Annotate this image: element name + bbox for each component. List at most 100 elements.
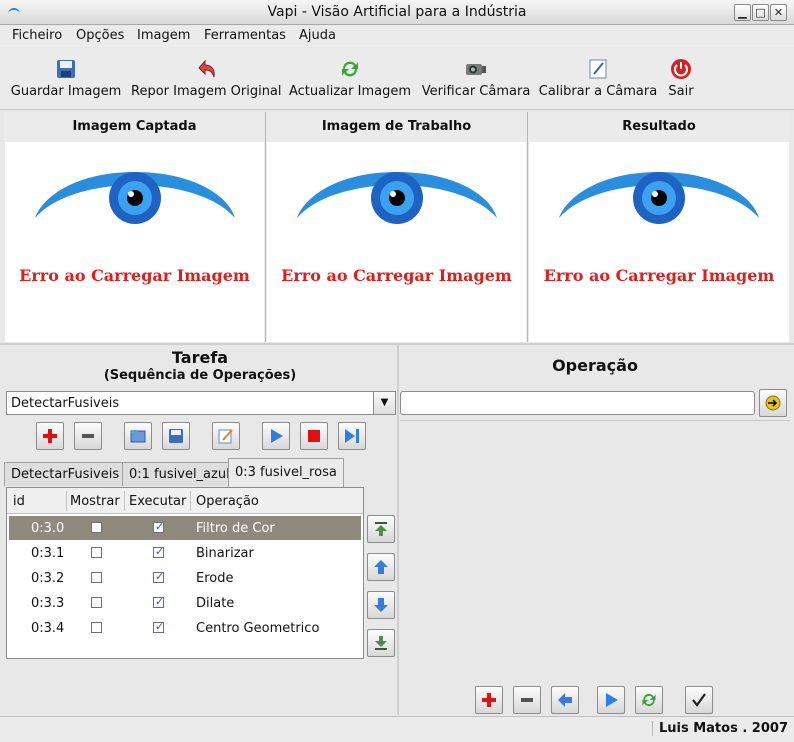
apply-operation-button[interactable]: [759, 389, 787, 417]
go-arrow-icon: [765, 395, 781, 411]
open-task-button[interactable]: [124, 422, 152, 450]
menu-opcoes[interactable]: Opções: [76, 28, 124, 43]
add-task-button[interactable]: [36, 422, 64, 450]
remove-task-button[interactable]: [74, 422, 102, 450]
operation-input[interactable]: [400, 391, 755, 415]
run-operation-button[interactable]: [597, 686, 625, 714]
refresh-icon: [342, 61, 358, 77]
calibrate-icon: [589, 59, 607, 79]
show-checkbox[interactable]: [91, 572, 102, 583]
row-id: 0:3.1: [31, 546, 65, 561]
show-checkbox[interactable]: [91, 522, 102, 533]
check-camera-button[interactable]: Verificar Câmara: [420, 54, 532, 106]
arrow-down-icon: [374, 598, 388, 612]
image-view: Erro ao Carregar Imagem: [5, 142, 264, 342]
step-forward-icon: [345, 429, 359, 443]
execute-checkbox[interactable]: [153, 545, 164, 558]
toolbar-label: Sair: [668, 84, 694, 99]
reset-image-button[interactable]: Repor Imagem Original: [131, 54, 282, 106]
panel-title: Imagem Captada: [72, 119, 197, 134]
show-checkbox[interactable]: [91, 597, 102, 608]
execute-checkbox[interactable]: [153, 570, 164, 583]
load-error-text: Erro ao Carregar Imagem: [281, 266, 512, 285]
chevron-down-icon[interactable]: ▼: [373, 392, 395, 414]
folder-icon: [130, 430, 146, 443]
refresh-image-button[interactable]: Actualizar Imagem: [289, 54, 411, 106]
minimize-button[interactable]: ▁: [734, 4, 751, 21]
floppy-disk-icon: [57, 60, 75, 78]
task-select[interactable]: DetectarFusiveis ▼: [6, 391, 396, 415]
back-operation-button[interactable]: [551, 686, 579, 714]
confirm-operation-button[interactable]: [685, 686, 713, 714]
menu-ajuda[interactable]: Ajuda: [299, 28, 336, 43]
toolbar-label: Guardar Imagem: [10, 84, 122, 99]
edit-icon: [218, 429, 233, 444]
menu-ferramentas[interactable]: Ferramentas: [204, 28, 286, 43]
table-row[interactable]: 0:3.3 Dilate: [9, 591, 361, 615]
title-bar: Vapi - Visão Artificial para a Indústria…: [0, 0, 794, 25]
menu-ficheiro[interactable]: Ficheiro: [12, 28, 62, 43]
column-id[interactable]: id: [13, 494, 25, 509]
table-row[interactable]: 0:3.1 Binarizar: [9, 541, 361, 565]
eye-icon: [297, 172, 497, 224]
play-icon: [271, 429, 283, 443]
execute-checkbox[interactable]: [153, 520, 164, 533]
vertical-splitter[interactable]: [397, 345, 399, 715]
task-subtitle: (Sequência de Operações): [103, 368, 297, 383]
table-row[interactable]: 0:3.4 Centro Geometrico: [9, 616, 361, 640]
move-top-button[interactable]: [367, 515, 395, 543]
close-button[interactable]: ✕: [770, 4, 787, 21]
execute-checkbox[interactable]: [153, 620, 164, 633]
toolbar: Guardar Imagem Repor Imagem Original Act…: [0, 48, 794, 110]
operation-parameters-area: [400, 420, 790, 682]
remove-operation-button[interactable]: [513, 686, 541, 714]
menu-bar: Ficheiro Opções Imagem Ferramentas Ajuda: [0, 25, 794, 47]
show-checkbox[interactable]: [91, 622, 102, 633]
execute-checkbox[interactable]: [153, 595, 164, 608]
power-icon: [671, 59, 691, 79]
column-executar[interactable]: Executar: [129, 494, 186, 509]
stop-task-button[interactable]: [300, 422, 328, 450]
task-title: Tarefa: [171, 348, 229, 367]
row-operation: Erode: [196, 571, 234, 586]
undo-arrow-icon: [198, 59, 215, 78]
column-operacao[interactable]: Operação: [196, 494, 259, 509]
add-operation-button[interactable]: [475, 686, 503, 714]
eye-icon: [35, 172, 235, 224]
move-up-button[interactable]: [367, 553, 395, 581]
move-bottom-button[interactable]: [367, 629, 395, 657]
row-operation: Centro Geometrico: [196, 621, 320, 636]
step-task-button[interactable]: [338, 422, 366, 450]
menu-imagem[interactable]: Imagem: [137, 28, 190, 43]
plus-icon: [482, 693, 496, 707]
tab-detectar-fusiveis[interactable]: DetectarFusiveis: [4, 462, 127, 486]
operations-table: id Mostrar Executar Operação 0:3.0 Filtr…: [6, 487, 364, 659]
run-task-button[interactable]: [262, 422, 290, 450]
table-row[interactable]: 0:3.2 Erode: [9, 566, 361, 590]
calibrate-camera-button[interactable]: Calibrar a Câmara: [538, 54, 658, 106]
maximize-button[interactable]: □: [752, 4, 769, 21]
panel-title: Resultado: [622, 119, 696, 134]
save-task-button[interactable]: [162, 422, 190, 450]
exit-button[interactable]: Sair: [664, 54, 698, 106]
table-row[interactable]: 0:3.0 Filtro de Cor: [9, 516, 361, 540]
row-id: 0:3.0: [31, 521, 65, 536]
refresh-icon: [642, 693, 656, 707]
tab-fusivel-rosa[interactable]: 0:3 fusivel_rosa: [228, 458, 344, 488]
minus-icon: [82, 434, 94, 438]
arrow-left-icon: [558, 693, 572, 707]
load-error-text: Erro ao Carregar Imagem: [19, 266, 250, 285]
refresh-operation-button[interactable]: [635, 686, 663, 714]
window-title: Vapi - Visão Artificial para a Indústria: [267, 4, 527, 20]
column-mostrar[interactable]: Mostrar: [70, 494, 120, 509]
tab-fusivel-azul[interactable]: 0:1 fusivel_azul: [122, 462, 237, 486]
checkmark-icon: [692, 693, 706, 707]
author-label: Luis Matos . 2007: [651, 721, 788, 736]
toolbar-label: Repor Imagem Original: [131, 84, 282, 99]
row-id: 0:3.2: [31, 571, 65, 586]
save-image-button[interactable]: Guardar Imagem: [10, 54, 122, 106]
show-checkbox[interactable]: [91, 547, 102, 558]
edit-task-button[interactable]: [212, 422, 240, 450]
panel-title: Imagem de Trabalho: [321, 119, 472, 134]
move-down-button[interactable]: [367, 591, 395, 619]
